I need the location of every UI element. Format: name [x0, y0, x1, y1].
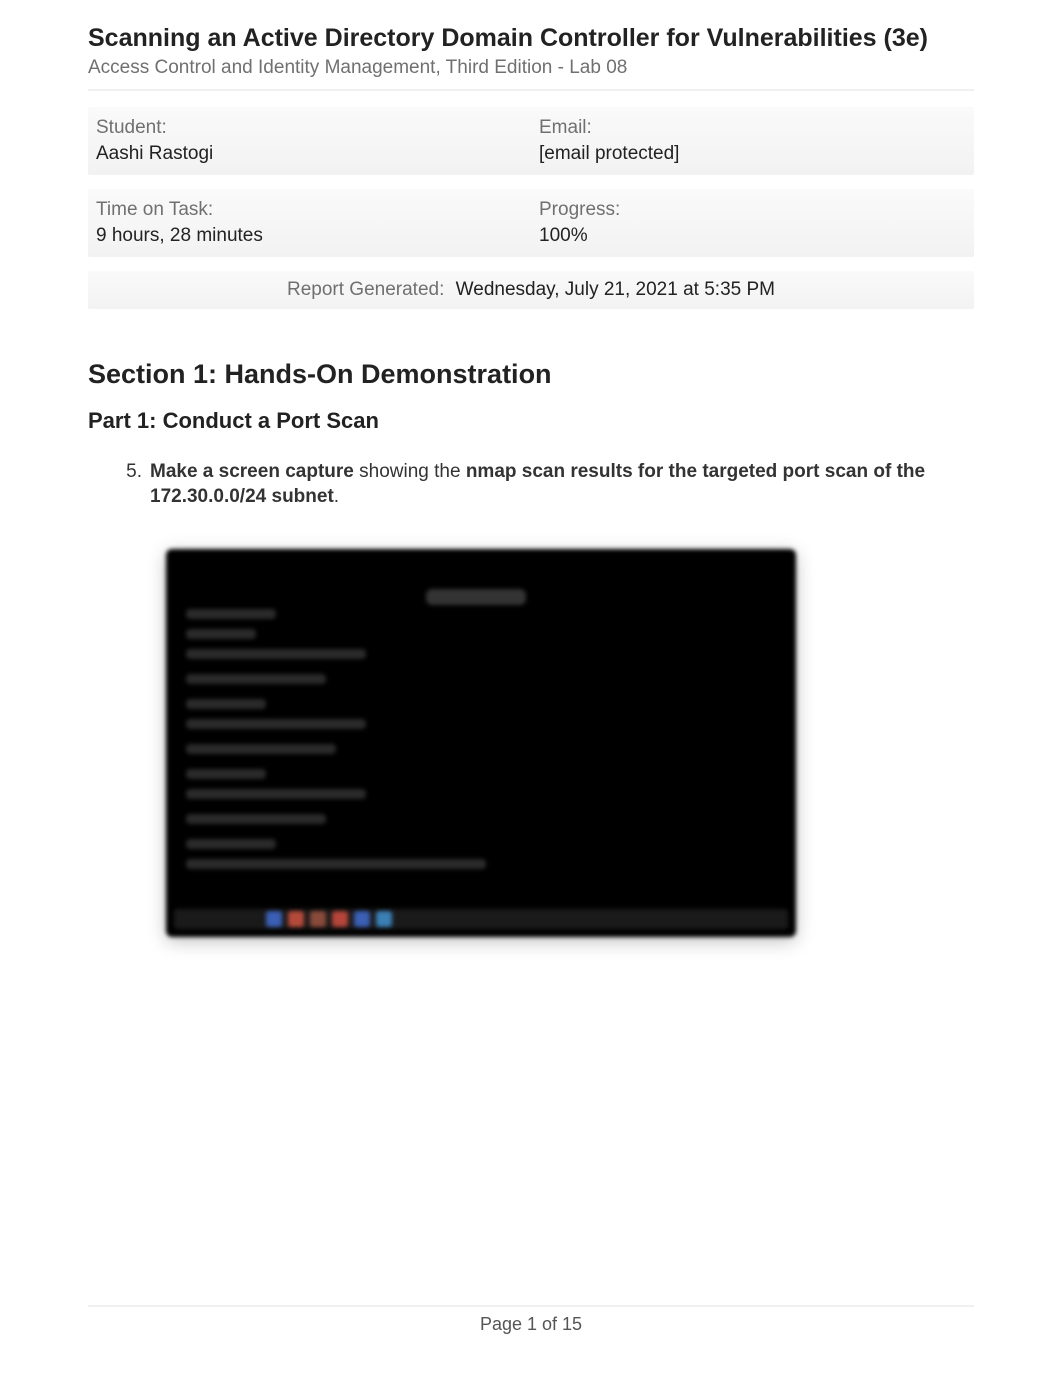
- email-value: [email protected]: [539, 143, 966, 165]
- taskbar-icon-4: [332, 911, 348, 927]
- footer-divider: [88, 1305, 974, 1307]
- time-label: Time on Task:: [96, 199, 523, 221]
- document-page: Scanning an Active Directory Domain Cont…: [0, 0, 1062, 1377]
- email-col: Email: [email protected]: [531, 117, 974, 165]
- report-label: Report Generated:: [287, 279, 444, 300]
- taskbar-icon-6: [376, 911, 392, 927]
- progress-col: Progress: 100%: [531, 199, 974, 247]
- student-value: Aashi Rastogi: [96, 143, 523, 165]
- student-col: Student: Aashi Rastogi: [88, 117, 531, 165]
- task-info-row: Time on Task: 9 hours, 28 minutes Progre…: [88, 189, 974, 257]
- email-label: Email:: [539, 117, 966, 139]
- page-title: Scanning an Active Directory Domain Cont…: [88, 24, 974, 53]
- page-footer: Page 1 of 15: [0, 1314, 1062, 1335]
- time-value: 9 hours, 28 minutes: [96, 225, 523, 247]
- taskbar-icon-5: [354, 911, 370, 927]
- step-text-end: .: [334, 486, 339, 507]
- step-body: Make a screen capture showing the nmap s…: [150, 460, 974, 509]
- header-divider: [88, 89, 974, 91]
- report-value: Wednesday, July 21, 2021 at 5:35 PM: [456, 279, 775, 300]
- section-title: Section 1: Hands-On Demonstration: [88, 359, 974, 390]
- progress-value: 100%: [539, 225, 966, 247]
- student-label: Student:: [96, 117, 523, 139]
- step-number: 5.: [122, 460, 150, 509]
- step-text-bold-1: Make a screen capture: [150, 461, 354, 482]
- page-header: Scanning an Active Directory Domain Cont…: [88, 24, 974, 79]
- part-title: Part 1: Conduct a Port Scan: [88, 408, 974, 434]
- report-generated-row: Report Generated: Wednesday, July 21, 20…: [88, 271, 974, 309]
- step-item: 5. Make a screen capture showing the nma…: [122, 460, 974, 509]
- taskbar-icon-1: [266, 911, 282, 927]
- terminal-header-blob: [426, 589, 526, 605]
- terminal-screenshot: [166, 549, 796, 937]
- taskbar-icon-3: [310, 911, 326, 927]
- progress-label: Progress:: [539, 199, 966, 221]
- step-text-mid: showing the: [354, 461, 466, 482]
- screenshot-container: [166, 549, 974, 937]
- student-info-row: Student: Aashi Rastogi Email: [email pro…: [88, 107, 974, 175]
- page-subtitle: Access Control and Identity Management, …: [88, 57, 974, 79]
- time-col: Time on Task: 9 hours, 28 minutes: [88, 199, 531, 247]
- taskbar-icon-2: [288, 911, 304, 927]
